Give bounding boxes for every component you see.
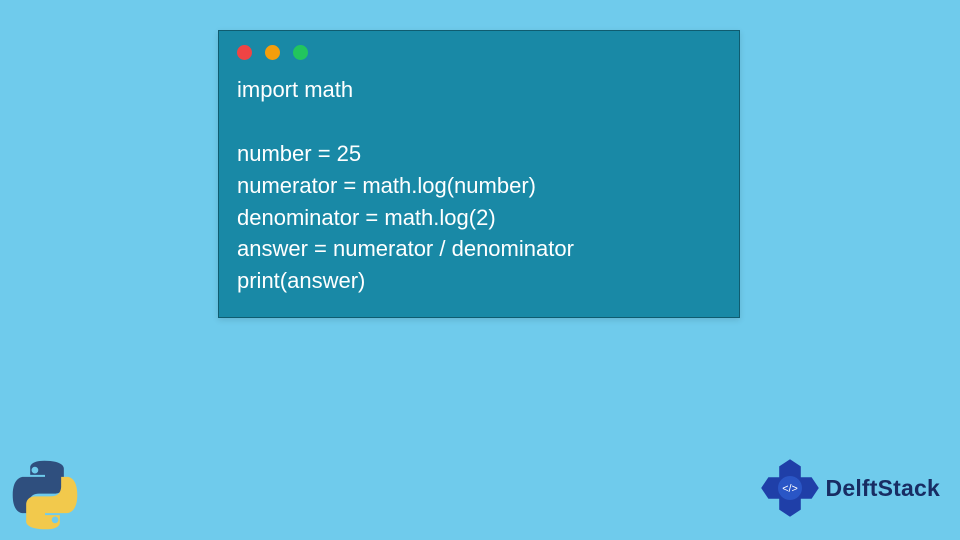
svg-text:</>: </> <box>782 483 798 495</box>
code-line: import math <box>237 77 353 102</box>
code-line: print(answer) <box>237 268 365 293</box>
brand-name: DelftStack <box>826 475 940 502</box>
code-line: denominator = math.log(2) <box>237 205 496 230</box>
code-line: answer = numerator / denominator <box>237 236 574 261</box>
code-window: import math number = 25 numerator = math… <box>218 30 740 318</box>
brand-badge: </> DelftStack <box>760 458 940 518</box>
minimize-icon <box>265 45 280 60</box>
maximize-icon <box>293 45 308 60</box>
close-icon <box>237 45 252 60</box>
brand-mark-icon: </> <box>760 458 820 518</box>
code-body: import math number = 25 numerator = math… <box>219 70 739 303</box>
python-logo-icon <box>8 458 82 532</box>
code-line: number = 25 <box>237 141 361 166</box>
window-titlebar <box>219 31 739 70</box>
code-line: numerator = math.log(number) <box>237 173 536 198</box>
